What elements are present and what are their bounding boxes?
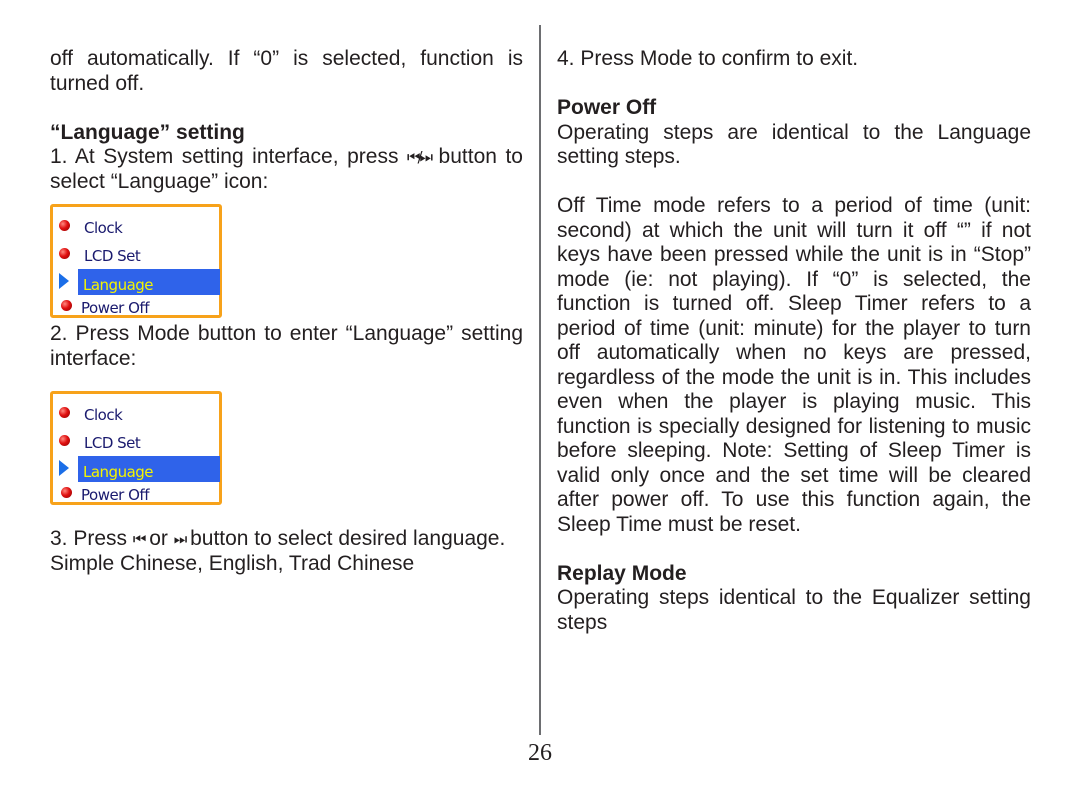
menu-item-label: Power Off — [81, 299, 150, 317]
menu-item-label: Clock — [84, 219, 123, 237]
step-3-suffix: button to select desired language. — [184, 527, 506, 550]
off-time-description: Off Time mode refers to a period of time… — [557, 194, 1031, 536]
menu-item-power-off: Power Off — [53, 482, 219, 506]
red-bullet-icon — [59, 407, 70, 418]
red-bullet-icon — [59, 248, 70, 259]
previous-button-icon: ⏮ — [132, 530, 146, 548]
step-3-text: 3. Press ⏮ or ⏭ button to select desired… — [50, 527, 523, 552]
system-menu-screenshot-1: Clock LCD Set Language Power Off — [50, 204, 222, 318]
menu-item-label: Language — [83, 463, 154, 481]
menu-item-clock: Clock — [53, 213, 219, 237]
menu-item-language: Language — [53, 456, 220, 482]
step-3-mid: or — [143, 527, 174, 550]
menu-item-power-off: Power Off — [53, 295, 219, 319]
intro-text: off automatically. If “0” is selected, f… — [50, 47, 523, 95]
menu-item-clock: Clock — [53, 400, 219, 424]
step-1-text: 1. At System setting interface, press ⏮/… — [50, 145, 523, 194]
menu-item-language: Language — [53, 269, 220, 295]
red-bullet-icon — [59, 220, 70, 231]
prev-next-button-icon: ⏮/⏭ — [406, 148, 433, 166]
step-1-prefix: 1. At System setting interface, press — [50, 145, 407, 168]
left-column: off automatically. If “0” is selected, f… — [50, 47, 523, 576]
red-bullet-icon — [59, 435, 70, 446]
system-menu-screenshot-2: Clock LCD Set Language Power Off — [50, 391, 222, 505]
menu-item-label: Language — [83, 276, 154, 294]
red-bullet-icon — [61, 487, 72, 498]
power-off-heading: Power Off — [557, 96, 657, 119]
selection-arrow-icon — [59, 460, 69, 476]
right-column: 4. Press Mode to confirm to exit. Power … — [557, 47, 1031, 635]
power-off-text: Operating steps are identical to the Lan… — [557, 120, 1031, 169]
menu-item-lcd-set: LCD Set — [53, 428, 219, 452]
menu-item-label: Clock — [84, 406, 123, 424]
red-bullet-icon — [61, 300, 72, 311]
menu-item-lcd-set: LCD Set — [53, 241, 219, 265]
menu-item-label: Power Off — [81, 486, 150, 504]
step-4-text: 4. Press Mode to confirm to exit. — [557, 47, 859, 70]
language-options-text: Simple Chinese, English, Trad Chinese — [50, 551, 415, 575]
replay-mode-text: Operating steps identical to the Equaliz… — [557, 586, 1031, 634]
menu-item-label: LCD Set — [84, 247, 141, 265]
selection-arrow-icon — [59, 273, 69, 289]
replay-mode-heading: Replay Mode — [557, 561, 687, 585]
next-button-icon: ⏭ — [173, 530, 187, 548]
language-setting-heading: “Language” setting — [50, 120, 245, 144]
menu-item-label: LCD Set — [84, 434, 141, 452]
step-2-text: 2. Press Mode button to enter “Language”… — [50, 322, 523, 370]
page-number: 26 — [528, 740, 552, 766]
step-3-prefix: 3. Press — [50, 527, 133, 550]
column-divider — [539, 25, 541, 735]
